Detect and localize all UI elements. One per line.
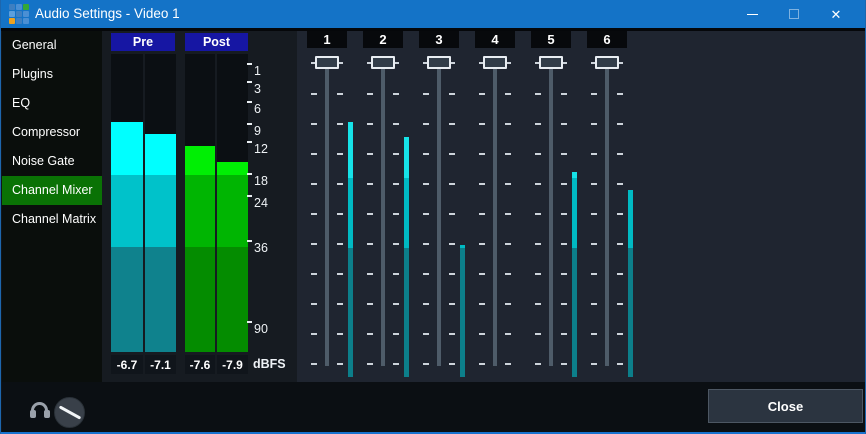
headphones-icon — [29, 401, 51, 419]
logo-square — [16, 18, 22, 24]
channel-4-slider-handle[interactable] — [483, 56, 507, 69]
app-logo-icon — [9, 4, 29, 24]
channel-1-slider-handle[interactable] — [315, 56, 339, 69]
logo-square — [16, 11, 22, 17]
knob-pointer — [59, 405, 81, 419]
minimize-icon — [747, 14, 758, 15]
title-bar: Audio Settings - Video 1 ✕ — [1, 0, 866, 28]
channel-5-slider-handle[interactable] — [539, 56, 563, 69]
logo-square — [23, 4, 29, 10]
footer-bar: Close — [2, 382, 866, 432]
logo-square — [9, 11, 15, 17]
sidebar-item-noise-gate[interactable]: Noise Gate — [2, 147, 102, 176]
headphone-volume-knob[interactable] — [54, 397, 85, 428]
meter-panel — [102, 31, 297, 382]
sidebar-item-general[interactable]: General — [2, 31, 102, 60]
logo-square — [9, 18, 15, 24]
sidebar-item-eq[interactable]: EQ — [2, 89, 102, 118]
maximize-icon — [789, 9, 799, 19]
logo-square — [9, 4, 15, 10]
sidebar-item-compressor[interactable]: Compressor — [2, 118, 102, 147]
logo-square — [23, 18, 29, 24]
minimize-button[interactable] — [731, 0, 773, 28]
sidebar-item-channel-matrix[interactable]: Channel Matrix — [2, 205, 102, 234]
channel-2-slider-handle[interactable] — [371, 56, 395, 69]
close-icon: ✕ — [831, 8, 842, 21]
window-title: Audio Settings - Video 1 — [35, 0, 180, 28]
channel-3-slider-handle[interactable] — [427, 56, 451, 69]
close-button[interactable]: Close — [708, 389, 863, 423]
logo-square — [16, 4, 22, 10]
maximize-button[interactable] — [773, 0, 815, 28]
channel-6-slider-handle[interactable] — [595, 56, 619, 69]
headphone-cup-right — [44, 410, 50, 418]
sidebar-item-plugins[interactable]: Plugins — [2, 60, 102, 89]
sidebar-item-channel-mixer[interactable]: Channel Mixer — [2, 176, 102, 205]
audio-settings-window: Audio Settings - Video 1 ✕ GeneralPlugin… — [0, 0, 866, 434]
logo-square — [23, 11, 29, 17]
channel-mixer-panel — [297, 31, 866, 382]
sidebar: GeneralPluginsEQCompressorNoise GateChan… — [2, 31, 102, 382]
close-window-button[interactable]: ✕ — [815, 0, 857, 28]
headphone-cup-left — [30, 410, 36, 418]
